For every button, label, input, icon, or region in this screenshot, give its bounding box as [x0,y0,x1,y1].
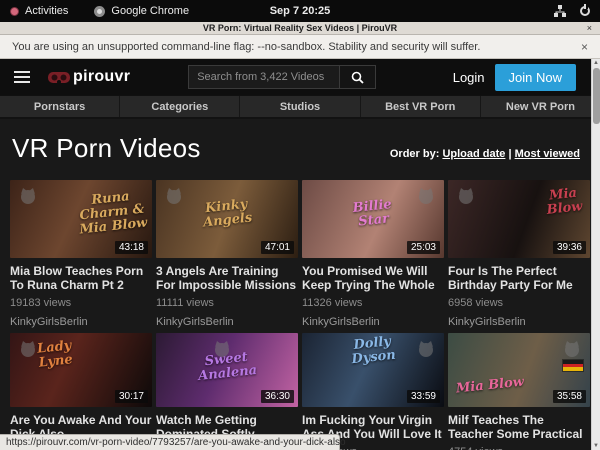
power-icon[interactable] [580,6,590,16]
vr-headset-icon [48,71,70,84]
video-studio-link[interactable]: KinkyGirlsBerlin [302,316,444,328]
order-by-label: Order by: [390,148,440,160]
thumbnail-overlay-text: Sweet Analena [156,346,298,389]
video-thumbnail[interactable]: Mia Blow 35:58 [448,333,590,407]
warning-bar: You are using an unsupported command-lin… [0,35,600,59]
video-thumbnail[interactable]: Mia Blow 39:36 [448,180,590,258]
network-icon[interactable] [554,5,566,17]
video-views: 6958 views [448,297,590,309]
thumbnail-overlay-text: Billie Star [302,193,444,236]
video-thumbnail[interactable]: Lady Lyne 30:17 [10,333,152,407]
duration-badge: 30:17 [115,390,148,403]
clock[interactable]: Sep 7 20:25 [0,5,600,17]
thumbnail-overlay-text: Mia Blow [545,186,584,218]
video-studio-link[interactable]: KinkyGirlsBerlin [156,316,298,328]
video-card[interactable]: Mia Blow 39:36 Four Is The Perfect Birth… [448,180,590,328]
search-input[interactable] [188,65,340,89]
video-card[interactable]: Billie Star 25:03 You Promised We Will K… [302,180,444,328]
nav-item-best-vr-porn[interactable]: Best VR Porn [360,96,480,117]
tab-title: VR Porn: Virtual Reality Sex Videos | Pi… [203,23,397,33]
studio-watermark-icon [456,186,476,206]
video-card[interactable]: Mia Blow 35:58 Milf Teaches The Teacher … [448,333,590,450]
duration-badge: 43:18 [115,241,148,254]
thumbnail-overlay-text: Runa Charm & Mia Blow [76,189,148,238]
site-header: pirouvr Login Join Now [0,59,600,95]
duration-badge: 25:03 [407,241,440,254]
nav-item-categories[interactable]: Categories [119,96,239,117]
video-grid: Runa Charm & Mia Blow 43:18 Mia Blow Tea… [0,174,600,450]
studio-watermark-icon [562,339,582,359]
nav-item-new-vr-porn[interactable]: New VR Porn [480,96,600,117]
german-flag-icon [562,359,584,372]
video-card[interactable]: Kinky Angels 47:01 3 Angels Are Training… [156,180,298,328]
video-title-link[interactable]: 3 Angels Are Training For Impossible Mis… [156,264,298,292]
order-upload-date-link[interactable]: Upload date [442,148,505,160]
duration-badge: 33:59 [407,390,440,403]
page-heading-row: VR Porn Videos Order by: Upload date | M… [0,119,600,174]
scrollbar[interactable]: ▲ ▼ [591,59,600,450]
video-title-link[interactable]: Four Is The Perfect Birthday Party For M… [448,264,590,292]
nav-item-studios[interactable]: Studios [239,96,359,117]
video-studio-link[interactable]: KinkyGirlsBerlin [10,316,152,328]
video-views: 11326 views [302,297,444,309]
video-title-link[interactable]: You Promised We Will Keep Trying The Who… [302,264,444,292]
tab-close-icon[interactable]: × [587,22,592,35]
video-card[interactable]: Runa Charm & Mia Blow 43:18 Mia Blow Tea… [10,180,152,328]
order-most-viewed-link[interactable]: Most viewed [515,148,580,160]
order-separator: | [508,148,511,160]
system-bar: Activities Google Chrome Sep 7 20:25 [0,0,600,22]
status-bar-url: https://pirouvr.com/vr-porn-video/779325… [0,434,340,450]
duration-badge: 39:36 [553,241,586,254]
warning-text: You are using an unsupported command-lin… [12,41,480,53]
thumbnail-overlay-text: Mia Blow [455,375,524,396]
studio-watermark-icon [18,339,38,359]
search-button[interactable] [340,65,376,89]
video-views: 19183 views [10,297,152,309]
video-card[interactable]: Sweet Analena 36:30 Watch Me Getting Dom… [156,333,298,450]
login-link[interactable]: Login [453,70,485,85]
order-by: Order by: Upload date | Most viewed [390,148,580,164]
video-thumbnail[interactable]: Dolly Dyson 33:59 [302,333,444,407]
video-views: 4754 views [448,446,590,450]
video-card[interactable]: Dolly Dyson 33:59 Im Fucking Your Virgin… [302,333,444,450]
menu-icon[interactable] [14,71,30,83]
duration-badge: 47:01 [261,241,294,254]
site-logo[interactable]: pirouvr [48,68,130,86]
duration-badge: 35:58 [553,390,586,403]
nav-item-pornstars[interactable]: Pornstars [0,96,119,117]
studio-watermark-icon [164,186,184,206]
page-title: VR Porn Videos [12,133,201,164]
video-studio-link[interactable]: KinkyGirlsBerlin [448,316,590,328]
search-icon [351,71,364,84]
search-form [188,65,376,89]
join-now-button[interactable]: Join Now [495,64,576,91]
studio-watermark-icon [18,186,38,206]
video-thumbnail[interactable]: Runa Charm & Mia Blow 43:18 [10,180,152,258]
video-title-link[interactable]: Mia Blow Teaches Porn To Runa Charm Pt 2 [10,264,152,292]
thumbnail-overlay-text: Lady Lyne [37,339,74,370]
video-thumbnail[interactable]: Kinky Angels 47:01 [156,180,298,258]
duration-badge: 36:30 [261,390,294,403]
screen: Activities Google Chrome Sep 7 20:25 VR … [0,0,600,450]
main-nav: Pornstars Categories Studios Best VR Por… [0,95,600,119]
thumbnail-overlay-text: Dolly Dyson [302,333,444,372]
video-views: 11111 views [156,297,298,309]
browser-tab[interactable]: VR Porn: Virtual Reality Sex Videos | Pi… [0,22,600,35]
scrollbar-thumb[interactable] [593,68,600,124]
web-page: pirouvr Login Join Now Pornstars Categor… [0,59,600,450]
logo-text: pirouvr [73,68,130,86]
video-thumbnail[interactable]: Billie Star 25:03 [302,180,444,258]
scroll-down-icon[interactable]: ▼ [593,442,599,450]
video-thumbnail[interactable]: Sweet Analena 36:30 [156,333,298,407]
scroll-up-icon[interactable]: ▲ [593,59,599,67]
video-title-link[interactable]: Milf Teaches The Teacher Some Practical … [448,413,590,441]
warning-close-icon[interactable]: × [581,40,588,54]
video-card[interactable]: Lady Lyne 30:17 Are You Awake And Your D… [10,333,152,450]
